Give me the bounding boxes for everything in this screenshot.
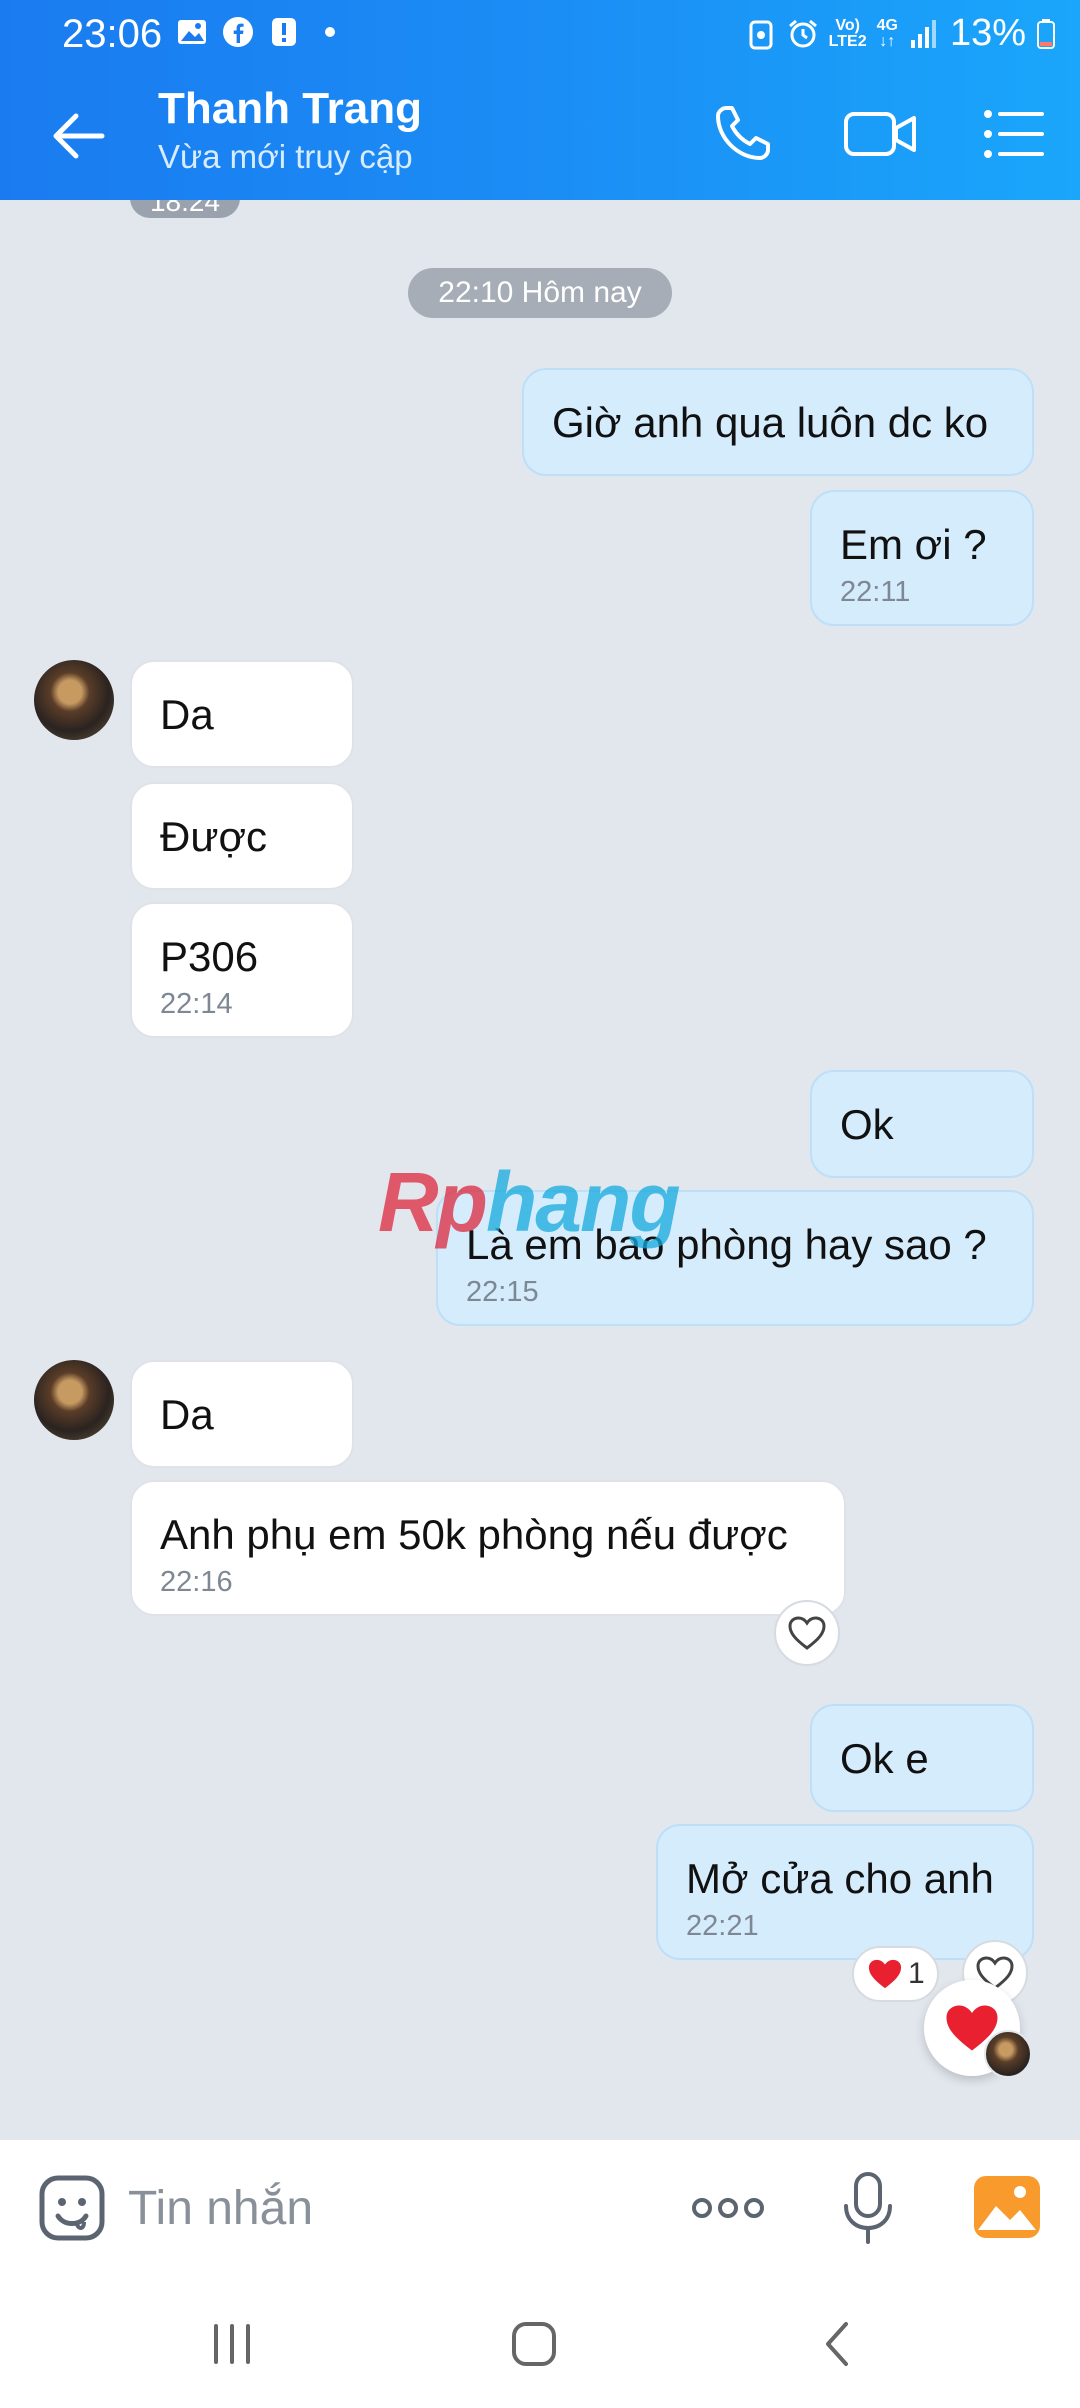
contact-status: Vừa mới truy cập xyxy=(158,138,413,175)
signal-icon xyxy=(910,19,936,48)
message-time: 22:14 xyxy=(160,988,233,1020)
message-time: 22:16 xyxy=(160,1566,233,1598)
incoming-message[interactable]: Da xyxy=(130,660,354,768)
seen-avatar xyxy=(984,2030,1032,2078)
message-text: Da xyxy=(160,1391,214,1438)
menu-list-icon[interactable] xyxy=(978,98,1050,170)
incoming-message[interactable]: P306 22:14 xyxy=(130,902,354,1038)
message-text: Mở cửa cho anh xyxy=(686,1855,994,1902)
status-time: 23:06 xyxy=(62,12,163,56)
contact-avatar[interactable] xyxy=(34,660,114,740)
message-text: Da xyxy=(160,691,214,738)
photo-gallery-icon[interactable] xyxy=(972,2174,1042,2240)
top-bar: 23:06 Vo) LTE2 4G ↓↑ 13% Thanh Trang Vừa m… xyxy=(0,0,1080,200)
react-heart-button[interactable] xyxy=(774,1600,840,1666)
message-text: Ok xyxy=(840,1101,894,1148)
outgoing-message[interactable]: Em ơi ? 22:11 xyxy=(810,490,1034,626)
heart-outline-icon xyxy=(788,1616,826,1650)
facebook-notification-icon xyxy=(223,17,253,47)
previous-message-time: 18:24 xyxy=(130,200,240,218)
more-notifications-dot-icon xyxy=(325,27,335,37)
network-type-indicator: 4G ↓↑ xyxy=(876,16,898,50)
incoming-message[interactable]: Được xyxy=(130,782,354,890)
alarm-icon xyxy=(788,19,817,47)
more-options-icon[interactable] xyxy=(688,2184,768,2232)
outgoing-message[interactable]: Ok e xyxy=(810,1704,1034,1812)
outgoing-message[interactable]: Ok xyxy=(810,1070,1034,1178)
heart-filled-icon xyxy=(868,1959,902,1989)
message-text: Em ơi ? xyxy=(840,521,987,568)
contact-name[interactable]: Thanh Trang xyxy=(158,84,422,134)
microphone-icon[interactable] xyxy=(840,2170,896,2246)
incoming-message[interactable]: Anh phụ em 50k phòng nếu được 22:16 xyxy=(130,1480,846,1616)
reaction-count: 1 xyxy=(908,1957,925,1990)
chat-area[interactable]: 18:24 22:10 Hôm nay Giờ anh qua luôn dc … xyxy=(0,200,1080,2138)
gallery-notification-icon xyxy=(178,20,206,44)
message-text: Được xyxy=(160,813,267,860)
message-text: Giờ anh qua luôn dc ko xyxy=(552,399,989,446)
message-input[interactable] xyxy=(128,2170,648,2246)
phone-call-icon[interactable] xyxy=(706,98,778,170)
alert-notification-icon xyxy=(272,18,296,46)
chat-header: Thanh Trang Vừa mới truy cập xyxy=(0,68,1080,200)
message-text: Ok e xyxy=(840,1735,929,1782)
status-bar: 23:06 Vo) LTE2 4G ↓↑ 13% xyxy=(0,0,1080,68)
time-divider: 22:10 Hôm nay xyxy=(408,268,672,318)
battery-percentage: 13% xyxy=(949,12,1026,54)
recent-apps-icon[interactable] xyxy=(202,2314,262,2374)
message-time: 22:11 xyxy=(840,576,911,608)
contact-avatar[interactable] xyxy=(34,1360,114,1440)
home-icon[interactable] xyxy=(504,2314,564,2374)
reaction-summary[interactable]: 1 xyxy=(852,1946,939,2002)
watermark-logo: Rphang xyxy=(378,1155,681,1249)
system-navigation-bar xyxy=(0,2274,1080,2408)
battery-icon xyxy=(1037,18,1055,49)
message-text: Anh phụ em 50k phòng nếu được xyxy=(160,1511,788,1558)
video-call-icon[interactable] xyxy=(840,98,920,170)
sticker-emoji-icon[interactable] xyxy=(36,2172,108,2244)
incoming-message[interactable]: Da xyxy=(130,1360,354,1468)
message-time: 22:15 xyxy=(466,1276,539,1308)
back-nav-icon[interactable] xyxy=(808,2314,868,2374)
message-input-bar xyxy=(0,2138,1080,2274)
message-text: P306 xyxy=(160,933,259,980)
data-saver-icon xyxy=(749,20,773,49)
volte-indicator: Vo) LTE2 xyxy=(828,16,867,50)
back-arrow-icon[interactable] xyxy=(40,96,120,176)
message-time: 22:21 xyxy=(686,1910,759,1942)
outgoing-message[interactable]: Giờ anh qua luôn dc ko xyxy=(522,368,1034,476)
outgoing-message[interactable]: Mở cửa cho anh 22:21 xyxy=(656,1824,1034,1960)
